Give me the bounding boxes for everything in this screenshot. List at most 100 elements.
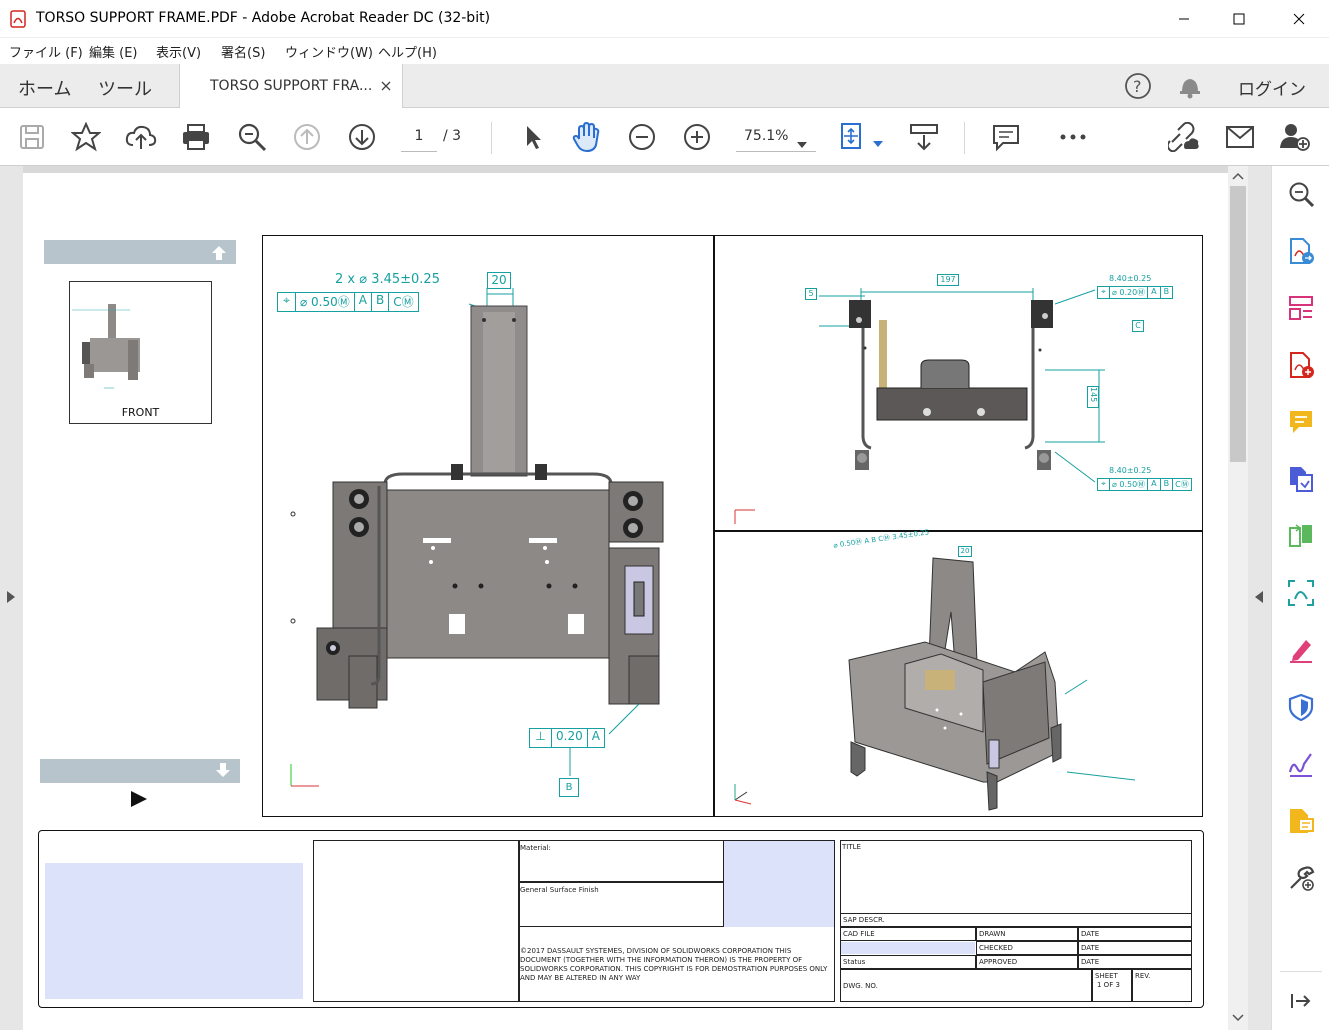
dwg-no-cell: DWG. NO. bbox=[840, 969, 1092, 1002]
menu-help[interactable]: ヘルプ(H) bbox=[378, 42, 437, 61]
thumbnail-preview-icon bbox=[72, 304, 140, 389]
panel-divider bbox=[1280, 971, 1322, 972]
bookmark-star-icon[interactable] bbox=[70, 121, 102, 153]
date-cell-1: DATE bbox=[1078, 927, 1192, 941]
top-fcf-2: ⌖ ⌀ 0.50Ⓜ A B CⓂ bbox=[1097, 478, 1192, 491]
hand-tool-icon[interactable] bbox=[570, 121, 602, 153]
iso-dimension-20: 20 bbox=[958, 546, 972, 557]
menu-edit[interactable]: 編集 (E) bbox=[89, 42, 138, 61]
page-number-input[interactable]: 1 bbox=[401, 120, 437, 152]
thumbnail-scroll-down-button[interactable] bbox=[40, 759, 240, 783]
checked-cell: CHECKED bbox=[976, 941, 1078, 955]
top-fcf-1: ⌖ ⌀ 0.20Ⓜ A B bbox=[1097, 286, 1174, 299]
left-panel-toggle[interactable] bbox=[0, 166, 23, 1030]
next-page-icon[interactable] bbox=[346, 121, 378, 153]
chevron-down-icon[interactable] bbox=[797, 133, 807, 152]
minimize-button[interactable] bbox=[1155, 0, 1213, 38]
zoom-in-icon[interactable] bbox=[681, 121, 713, 153]
notification-bell-icon[interactable] bbox=[1177, 72, 1203, 104]
isometric-view: ⌀ 0.50Ⓜ A B CⓂ 3.45±0.25 20 bbox=[714, 528, 1203, 817]
select-cursor-icon[interactable] bbox=[516, 121, 548, 153]
help-icon[interactable]: ? bbox=[1124, 72, 1152, 104]
tab-document-label: TORSO SUPPORT FRA... bbox=[210, 78, 373, 94]
print-icon[interactable] bbox=[180, 121, 212, 153]
svg-text:?: ? bbox=[1133, 77, 1142, 96]
position-tolerance-icon: ⌖ bbox=[1098, 287, 1110, 298]
protect-shield-icon[interactable] bbox=[1286, 692, 1316, 722]
right-panel-toggle[interactable] bbox=[1248, 166, 1271, 1030]
page-total: / 3 bbox=[443, 128, 462, 144]
add-user-icon[interactable] bbox=[1279, 121, 1311, 153]
comment-tool-icon[interactable] bbox=[1286, 407, 1316, 437]
cloud-upload-icon[interactable] bbox=[125, 121, 157, 153]
window-title: TORSO SUPPORT FRAME.PDF - Adobe Acrobat … bbox=[36, 10, 491, 26]
scan-ocr-icon[interactable] bbox=[1286, 578, 1316, 608]
title-block: Material: General Surface Finish ©2017 D… bbox=[38, 830, 1204, 1008]
menu-window[interactable]: ウィンドウ(W) bbox=[285, 42, 373, 61]
compare-files-icon[interactable] bbox=[1286, 521, 1316, 551]
thumbnail-front[interactable]: FRONT bbox=[69, 281, 212, 424]
scroll-down-arrow-icon[interactable] bbox=[1232, 1014, 1244, 1022]
tab-document[interactable]: TORSO SUPPORT FRA... bbox=[179, 64, 403, 108]
maximize-button[interactable] bbox=[1210, 0, 1268, 38]
front-datum-b: B bbox=[559, 778, 579, 797]
top-datum-c: C bbox=[1132, 320, 1144, 332]
close-tab-icon[interactable] bbox=[381, 76, 391, 95]
date-cell-2: DATE bbox=[1078, 941, 1192, 955]
collapse-panel-icon[interactable] bbox=[1286, 986, 1316, 1016]
front-view: 2 x ⌀ 3.45±0.25 ⌖ ⌀ 0.50Ⓜ A B CⓂ 20 ⊥ 0.… bbox=[262, 235, 714, 817]
more-options-icon[interactable] bbox=[1057, 121, 1089, 153]
chevron-down-icon[interactable] bbox=[873, 132, 883, 151]
prev-page-icon[interactable] bbox=[291, 121, 323, 153]
tab-tools[interactable]: ツール bbox=[98, 75, 152, 101]
comment-icon[interactable] bbox=[990, 121, 1022, 153]
more-tools-wrench-icon[interactable] bbox=[1286, 863, 1316, 893]
combine-files-icon[interactable] bbox=[1286, 464, 1316, 494]
menu-sign[interactable]: 署名(S) bbox=[221, 42, 265, 61]
zoom-out-icon[interactable] bbox=[626, 121, 658, 153]
rev-cell: REV. bbox=[1132, 969, 1192, 1002]
close-window-button[interactable] bbox=[1270, 0, 1328, 38]
fill-sign-icon[interactable] bbox=[1286, 749, 1316, 779]
zoom-search-icon[interactable] bbox=[236, 121, 268, 153]
sap-row: SAP DESCR. bbox=[840, 913, 1192, 927]
perpendicularity-icon: ⊥ bbox=[530, 729, 552, 747]
front-fcf-1: ⌖ ⌀ 0.50Ⓜ A B CⓂ bbox=[277, 292, 419, 312]
drawn-cell: DRAWN bbox=[976, 927, 1078, 941]
cad-file-cell: CAD FILE bbox=[840, 927, 976, 941]
login-button[interactable]: ログイン bbox=[1238, 75, 1306, 100]
save-icon[interactable] bbox=[16, 121, 48, 153]
search-zoom-icon[interactable] bbox=[1286, 179, 1316, 209]
position-tolerance-icon: ⌖ bbox=[1098, 479, 1110, 490]
tab-home[interactable]: ホーム bbox=[18, 75, 71, 101]
sheet-cell: SHEET 1 OF 3 bbox=[1092, 969, 1132, 1002]
position-tolerance-icon: ⌖ bbox=[278, 293, 296, 311]
acrobat-logo-icon bbox=[10, 10, 26, 32]
top-dimension-197: 197 bbox=[937, 274, 959, 286]
top-dimension-145: 145 bbox=[1087, 386, 1099, 408]
status-cell: Status bbox=[840, 955, 976, 969]
approved-cell: APPROVED bbox=[976, 955, 1078, 969]
top-note-1: 8.40±0.25 bbox=[1109, 274, 1152, 283]
top-note-2: 8.40±0.25 bbox=[1109, 466, 1152, 475]
title-bar: TORSO SUPPORT FRAME.PDF - Adobe Acrobat … bbox=[0, 0, 1329, 38]
scroll-mode-icon[interactable] bbox=[908, 121, 940, 153]
menu-file[interactable]: ファイル (F) bbox=[9, 42, 83, 61]
email-icon[interactable] bbox=[1224, 121, 1256, 153]
fit-page-icon[interactable] bbox=[838, 121, 870, 153]
pdf-page: FRONT 2 x ⌀ 3.45±0.25 ⌖ ⌀ 0.50Ⓜ A B CⓂ 2… bbox=[23, 173, 1228, 1030]
scrollbar-thumb[interactable] bbox=[1230, 186, 1246, 462]
scroll-up-arrow-icon[interactable] bbox=[1232, 172, 1244, 180]
organize-pages-icon[interactable] bbox=[1286, 293, 1316, 323]
edit-sign-icon[interactable] bbox=[1286, 635, 1316, 665]
export-pdf-icon[interactable] bbox=[1286, 236, 1316, 266]
copyright-text: ©2017 DASSAULT SYSTEMES, DIVISION OF SOL… bbox=[520, 947, 828, 982]
create-pdf-icon[interactable] bbox=[1286, 350, 1316, 380]
menu-view[interactable]: 表示(V) bbox=[156, 42, 201, 61]
thumbnail-scroll-up-button[interactable] bbox=[44, 240, 236, 264]
play-icon[interactable] bbox=[130, 790, 148, 812]
share-link-icon[interactable] bbox=[1168, 121, 1200, 153]
send-for-review-icon[interactable] bbox=[1286, 806, 1316, 836]
thumbnail-label: FRONT bbox=[121, 406, 160, 419]
revision-box bbox=[313, 840, 519, 1002]
